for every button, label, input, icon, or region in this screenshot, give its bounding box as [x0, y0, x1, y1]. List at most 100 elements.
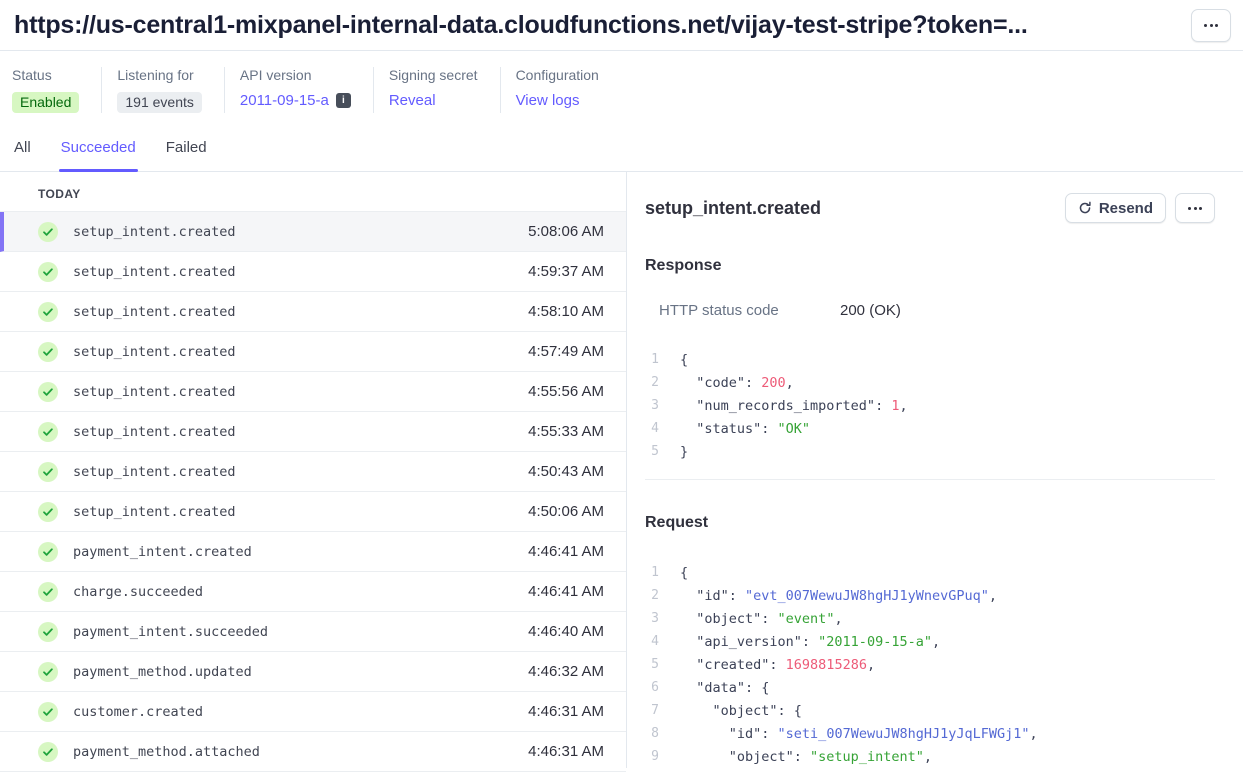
detail-header: setup_intent.created Resend — [645, 193, 1215, 223]
line-number: 8 — [645, 726, 659, 741]
code-text: "num_records_imported": 1, — [680, 398, 908, 414]
event-row[interactable]: setup_intent.created4:50:06 AM — [0, 492, 626, 532]
page-header: https://us-central1-mixpanel-internal-da… — [0, 0, 1243, 51]
event-time: 4:46:31 AM — [528, 743, 604, 760]
event-time: 5:08:06 AM — [528, 223, 604, 240]
tab-failed[interactable]: Failed — [166, 139, 207, 171]
line-number: 2 — [645, 588, 659, 603]
success-check-icon — [38, 422, 58, 442]
code-line: 8 "id": "seti_007WewuJW8hgHJ1yJqLFWGj1", — [645, 722, 1215, 745]
code-text: "data": { — [680, 680, 769, 696]
event-row[interactable]: setup_intent.created4:58:10 AM — [0, 292, 626, 332]
meta-value: 2011-09-15-a i — [240, 92, 351, 109]
code-text: } — [680, 444, 688, 460]
code-line: 4 "status": "OK" — [645, 417, 1215, 440]
event-list: setup_intent.created5:08:06 AMsetup_inte… — [0, 212, 626, 772]
event-name: charge.succeeded — [73, 584, 528, 600]
event-title: setup_intent.created — [645, 198, 821, 219]
event-name: setup_intent.created — [73, 264, 528, 280]
code-text: "api_version": "2011-09-15-a", — [680, 634, 940, 650]
line-number: 9 — [645, 749, 659, 764]
response-heading: Response — [645, 257, 1215, 275]
meta-label: Listening for — [117, 67, 202, 83]
event-name: customer.created — [73, 704, 528, 720]
detail-overflow-menu-button[interactable] — [1175, 193, 1215, 223]
event-name: payment_intent.succeeded — [73, 624, 528, 640]
success-check-icon — [38, 382, 58, 402]
success-check-icon — [38, 582, 58, 602]
code-line: 5} — [645, 440, 1215, 463]
event-row[interactable]: charge.succeeded4:46:41 AM — [0, 572, 626, 612]
event-row[interactable]: setup_intent.created4:55:33 AM — [0, 412, 626, 452]
list-section-header: TODAY — [0, 172, 626, 212]
code-text: "object": "event", — [680, 611, 843, 627]
event-name: payment_method.attached — [73, 744, 528, 760]
reveal-link[interactable]: Reveal — [389, 92, 436, 109]
code-line: 2 "code": 200, — [645, 371, 1215, 394]
line-number: 5 — [645, 657, 659, 672]
tab-succeeded[interactable]: Succeeded — [61, 139, 136, 171]
event-name: setup_intent.created — [73, 224, 528, 240]
event-detail-panel: setup_intent.created Resend Response — [627, 172, 1243, 768]
event-time: 4:55:33 AM — [528, 423, 604, 440]
success-check-icon — [38, 462, 58, 482]
event-time: 4:46:31 AM — [528, 703, 604, 720]
event-time: 4:59:37 AM — [528, 263, 604, 280]
meta-label: Configuration — [516, 67, 599, 83]
code-text: "code": 200, — [680, 375, 794, 391]
event-row[interactable]: customer.created4:46:31 AM — [0, 692, 626, 732]
event-row[interactable]: payment_intent.created4:46:41 AM — [0, 532, 626, 572]
code-line: 5 "created": 1698815286, — [645, 653, 1215, 676]
http-status-value: 200 (OK) — [840, 302, 901, 319]
request-code-block: 1{2 "id": "evt_007WewuJW8hgHJ1yWnevGPuq"… — [645, 561, 1215, 768]
event-row[interactable]: setup_intent.created5:08:06 AM — [0, 212, 626, 252]
event-row[interactable]: payment_method.attached4:46:31 AM — [0, 732, 626, 772]
event-name: setup_intent.created — [73, 304, 528, 320]
header-overflow-menu-button[interactable] — [1191, 9, 1231, 42]
event-row[interactable]: setup_intent.created4:50:43 AM — [0, 452, 626, 492]
event-name: setup_intent.created — [73, 464, 528, 480]
meta-label: API version — [240, 67, 351, 83]
line-number: 1 — [645, 565, 659, 580]
meta-label: Status — [12, 67, 79, 83]
meta-item-signing-secret: Signing secretReveal — [373, 67, 500, 113]
line-number: 1 — [645, 352, 659, 367]
code-line: 3 "num_records_imported": 1, — [645, 394, 1215, 417]
meta-value: 191 events — [117, 92, 202, 113]
event-name: setup_intent.created — [73, 384, 528, 400]
code-text: "id": "evt_007WewuJW8hgHJ1yWnevGPuq", — [680, 588, 997, 604]
event-name: setup_intent.created — [73, 344, 528, 360]
line-number: 4 — [645, 421, 659, 436]
code-text: "object": "setup_intent", — [680, 749, 932, 765]
http-status-row: HTTP status code 200 (OK) — [645, 302, 1215, 319]
event-row[interactable]: setup_intent.created4:57:49 AM — [0, 332, 626, 372]
event-row[interactable]: setup_intent.created4:59:37 AM — [0, 252, 626, 292]
detail-actions: Resend — [1065, 193, 1215, 223]
code-text: "object": { — [680, 703, 802, 719]
meta-item-api-version: API version 2011-09-15-a i — [224, 67, 373, 113]
success-check-icon — [38, 222, 58, 242]
event-list-panel: TODAY setup_intent.created5:08:06 AMsetu… — [0, 172, 627, 768]
line-number: 5 — [645, 444, 659, 459]
code-text: "status": "OK" — [680, 421, 810, 437]
event-row[interactable]: setup_intent.created4:55:56 AM — [0, 372, 626, 412]
line-number: 4 — [645, 634, 659, 649]
webhook-url-title: https://us-central1-mixpanel-internal-da… — [14, 11, 1028, 40]
api-version-info-icon[interactable]: i — [336, 93, 351, 108]
tab-all[interactable]: All — [14, 139, 31, 171]
event-row[interactable]: payment_method.updated4:46:32 AM — [0, 652, 626, 692]
meta-bar: StatusEnabled Listening for 191 events API … — [0, 51, 1243, 139]
webhook-endpoint-page: https://us-central1-mixpanel-internal-da… — [0, 0, 1243, 778]
event-time: 4:50:06 AM — [528, 503, 604, 520]
resend-button[interactable]: Resend — [1065, 193, 1166, 223]
line-number: 3 — [645, 611, 659, 626]
line-number: 6 — [645, 680, 659, 695]
event-row[interactable]: payment_intent.succeeded4:46:40 AM — [0, 612, 626, 652]
meta-item-status: StatusEnabled — [12, 67, 101, 113]
overflow-menu-icon — [1204, 24, 1218, 27]
event-time: 4:57:49 AM — [528, 343, 604, 360]
2011-09-15-a-link[interactable]: 2011-09-15-a — [240, 92, 329, 109]
code-text: "id": "seti_007WewuJW8hgHJ1yJqLFWGj1", — [680, 726, 1038, 742]
resend-label: Resend — [1099, 200, 1153, 217]
view-logs-link[interactable]: View logs — [516, 92, 580, 109]
